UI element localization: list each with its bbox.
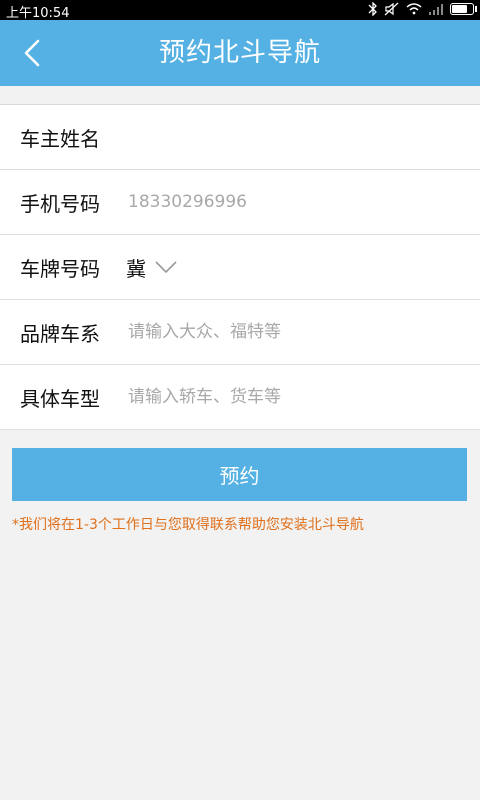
signal-icon [429, 4, 443, 15]
model-label: 具体车型 [20, 386, 100, 411]
plate-row: 车牌号码 冀 [0, 235, 480, 300]
app-header: 预约北斗导航 [0, 20, 480, 86]
booking-form: 车主姓名 手机号码 车牌号码 冀 品牌车系 具体车型 [0, 104, 480, 430]
page-title: 预约北斗导航 [158, 38, 321, 68]
model-row: 具体车型 [0, 365, 480, 430]
status-icons [368, 2, 477, 16]
owner-name-label: 车主姓名 [20, 126, 100, 151]
install-note: *我们将在1-3个工作日与您取得联系帮助您安装北斗导航 [12, 517, 364, 533]
owner-name-row: 车主姓名 [0, 105, 480, 170]
wifi-icon [406, 3, 422, 15]
status-bar: 上午10:54 [0, 0, 480, 21]
brand-label: 品牌车系 [20, 321, 100, 346]
model-input[interactable] [126, 386, 450, 408]
header-spacer [0, 86, 480, 104]
phone-label: 手机号码 [20, 191, 100, 216]
phone-row: 手机号码 [0, 170, 480, 235]
mute-icon [384, 2, 399, 16]
owner-name-input[interactable] [126, 126, 450, 148]
submit-button[interactable]: 预约 [12, 448, 467, 501]
plate-province-select[interactable]: 冀 [126, 253, 178, 282]
plate-label: 车牌号码 [20, 256, 100, 281]
status-time: 上午10:54 [6, 6, 70, 21]
brand-input[interactable] [126, 321, 450, 343]
phone-input[interactable] [126, 191, 450, 213]
chevron-down-icon [155, 261, 177, 274]
brand-row: 品牌车系 [0, 300, 480, 365]
bluetooth-icon [368, 2, 377, 16]
plate-province: 冀 [126, 256, 146, 281]
battery-icon [450, 3, 477, 15]
